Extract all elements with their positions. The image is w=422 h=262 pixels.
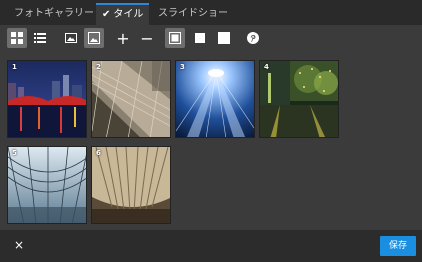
tile-item[interactable]: 4 bbox=[259, 60, 339, 138]
close-button[interactable]: × bbox=[12, 238, 26, 252]
tile-grid: 1 2 3 4 5 6 bbox=[0, 0, 422, 262]
close-icon: × bbox=[13, 238, 25, 252]
tile-item[interactable]: 5 bbox=[7, 146, 87, 224]
footer-bar: × 保存 bbox=[0, 230, 422, 262]
photo-glass-atrium bbox=[92, 61, 170, 137]
photo-city-bridge bbox=[8, 61, 86, 137]
save-button[interactable]: 保存 bbox=[380, 236, 416, 256]
tile-number: 3 bbox=[180, 63, 185, 71]
photo-ribbed-hall bbox=[92, 147, 170, 223]
photo-night-street bbox=[260, 61, 338, 137]
tile-number: 6 bbox=[96, 149, 101, 157]
tile-item[interactable]: 6 bbox=[91, 146, 171, 224]
tile-number: 5 bbox=[12, 149, 17, 157]
photo-steel-atrium bbox=[8, 147, 86, 223]
tile-number: 4 bbox=[264, 63, 269, 71]
tile-item[interactable]: 1 bbox=[7, 60, 87, 138]
tile-number: 2 bbox=[96, 63, 101, 71]
tile-item[interactable]: 3 bbox=[175, 60, 255, 138]
tile-item[interactable]: 2 bbox=[91, 60, 171, 138]
photo-blue-tower bbox=[176, 61, 254, 137]
tile-number: 1 bbox=[12, 63, 17, 71]
